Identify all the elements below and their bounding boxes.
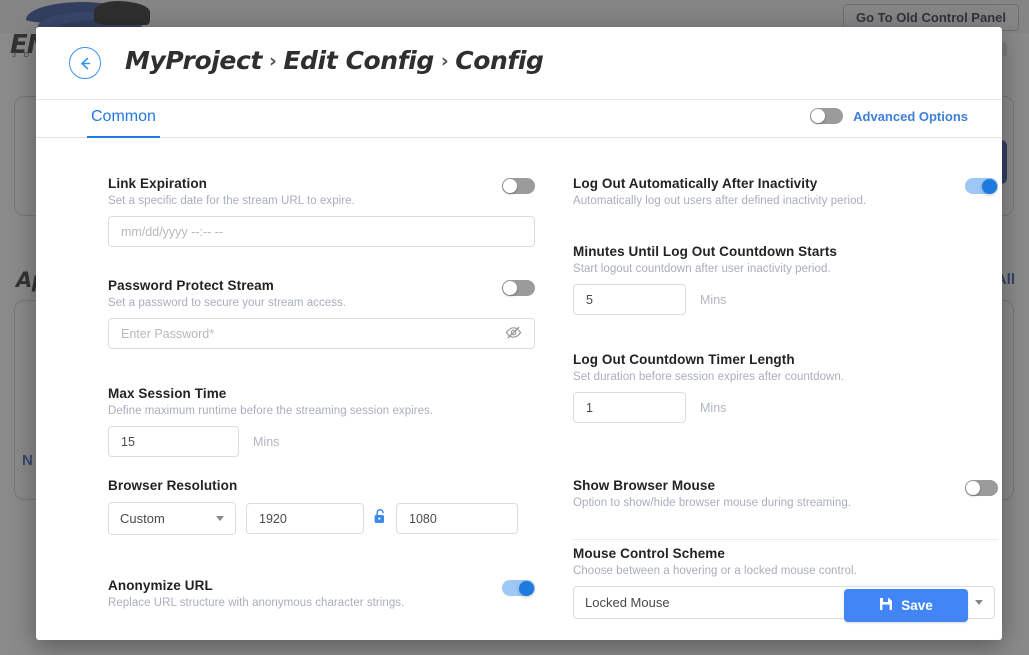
dialog-body: Link Expiration Set a specific date for … — [36, 138, 1002, 640]
field-description: Automatically log out users after define… — [573, 195, 998, 207]
field-description: Set a specific date for the stream URL t… — [108, 195, 535, 207]
chevron-down-icon — [216, 516, 224, 521]
unlock-icon[interactable] — [373, 508, 387, 530]
section-divider — [573, 539, 998, 540]
field-description: Choose between a hovering or a locked mo… — [573, 565, 998, 577]
mouse-control-scheme-value: Locked Mouse — [585, 595, 670, 610]
minutes-until-countdown-unit: Mins — [700, 293, 726, 307]
breadcrumb-item-edit-config[interactable]: Edit Config — [283, 46, 433, 75]
field-label: Password Protect Stream — [108, 278, 535, 293]
breadcrumb: MyProject › Edit Config › Config — [125, 46, 544, 75]
field-description: Replace URL structure with anonymous cha… — [108, 597, 535, 609]
tab-common[interactable]: Common — [87, 100, 160, 138]
resolution-preset-value: Custom — [120, 511, 165, 526]
password-input[interactable]: Enter Password* — [121, 327, 214, 341]
field-label: Show Browser Mouse — [573, 478, 998, 493]
show-browser-mouse-toggle[interactable] — [965, 480, 998, 496]
log-out-automatically-toggle[interactable] — [965, 178, 998, 194]
field-label: Log Out Automatically After Inactivity — [573, 176, 998, 191]
field-label: Max Session Time — [108, 386, 535, 401]
chevron-down-icon — [975, 600, 983, 605]
save-disk-icon — [879, 597, 893, 614]
password-protect-toggle[interactable] — [502, 280, 535, 296]
edit-config-dialog: MyProject › Edit Config › Config Common … — [36, 27, 1002, 640]
field-description: Define maximum runtime before the stream… — [108, 405, 535, 417]
field-show-browser-mouse: Show Browser Mouse Option to show/hide b… — [573, 478, 998, 509]
dialog-tabbar: Common Advanced Options — [36, 100, 1002, 138]
field-label: Anonymize URL — [108, 578, 535, 593]
field-minutes-until-countdown: Minutes Until Log Out Countdown Starts S… — [573, 244, 998, 315]
max-session-time-unit: Mins — [253, 435, 279, 449]
field-description: Set a password to secure your stream acc… — [108, 297, 535, 309]
back-button[interactable] — [69, 47, 101, 79]
field-password-protect-stream: Password Protect Stream Set a password t… — [108, 278, 535, 349]
field-label: Link Expiration — [108, 176, 535, 191]
arrow-left-icon — [77, 55, 94, 72]
field-label: Log Out Countdown Timer Length — [573, 352, 998, 367]
breadcrumb-item-project[interactable]: MyProject — [125, 46, 262, 75]
advanced-options-control[interactable]: Advanced Options — [810, 108, 968, 124]
field-description: Set duration before session expires afte… — [573, 371, 998, 383]
max-session-time-input[interactable]: 15 — [108, 426, 239, 457]
field-max-session-time: Max Session Time Define maximum runtime … — [108, 386, 535, 457]
field-anonymize-url: Anonymize URL Replace URL structure with… — [108, 578, 535, 609]
save-button-label: Save — [901, 598, 933, 613]
countdown-timer-length-unit: Mins — [700, 401, 726, 415]
resolution-preset-select[interactable]: Custom — [108, 502, 236, 535]
field-description: Option to show/hide browser mouse during… — [573, 497, 998, 509]
advanced-options-toggle[interactable] — [810, 108, 843, 124]
password-input-wrapper[interactable]: Enter Password* — [108, 318, 535, 349]
resolution-height-input[interactable]: 1080 — [396, 503, 518, 534]
breadcrumb-item-config: Config — [455, 46, 543, 75]
dialog-header: MyProject › Edit Config › Config — [36, 27, 1002, 100]
field-label: Minutes Until Log Out Countdown Starts — [573, 244, 998, 259]
field-link-expiration: Link Expiration Set a specific date for … — [108, 176, 535, 247]
field-log-out-automatically: Log Out Automatically After Inactivity A… — [573, 176, 998, 207]
countdown-timer-length-input[interactable]: 1 — [573, 392, 686, 423]
link-expiration-input[interactable]: mm/dd/yyyy --:-- -- — [108, 216, 535, 247]
breadcrumb-separator: › — [269, 50, 276, 72]
advanced-options-label: Advanced Options — [853, 109, 968, 124]
field-description: Start logout countdown after user inacti… — [573, 263, 998, 275]
save-button[interactable]: Save — [844, 589, 968, 622]
anonymize-url-toggle[interactable] — [502, 580, 535, 596]
breadcrumb-separator: › — [441, 50, 448, 72]
field-countdown-timer-length: Log Out Countdown Timer Length Set durat… — [573, 352, 998, 423]
field-browser-resolution: Browser Resolution Custom 1920 — [108, 478, 535, 535]
field-label: Browser Resolution — [108, 478, 535, 493]
eye-off-icon[interactable] — [505, 325, 522, 343]
resolution-width-input[interactable]: 1920 — [246, 503, 364, 534]
minutes-until-countdown-input[interactable]: 5 — [573, 284, 686, 315]
link-expiration-toggle[interactable] — [502, 178, 535, 194]
field-label: Mouse Control Scheme — [573, 546, 998, 561]
